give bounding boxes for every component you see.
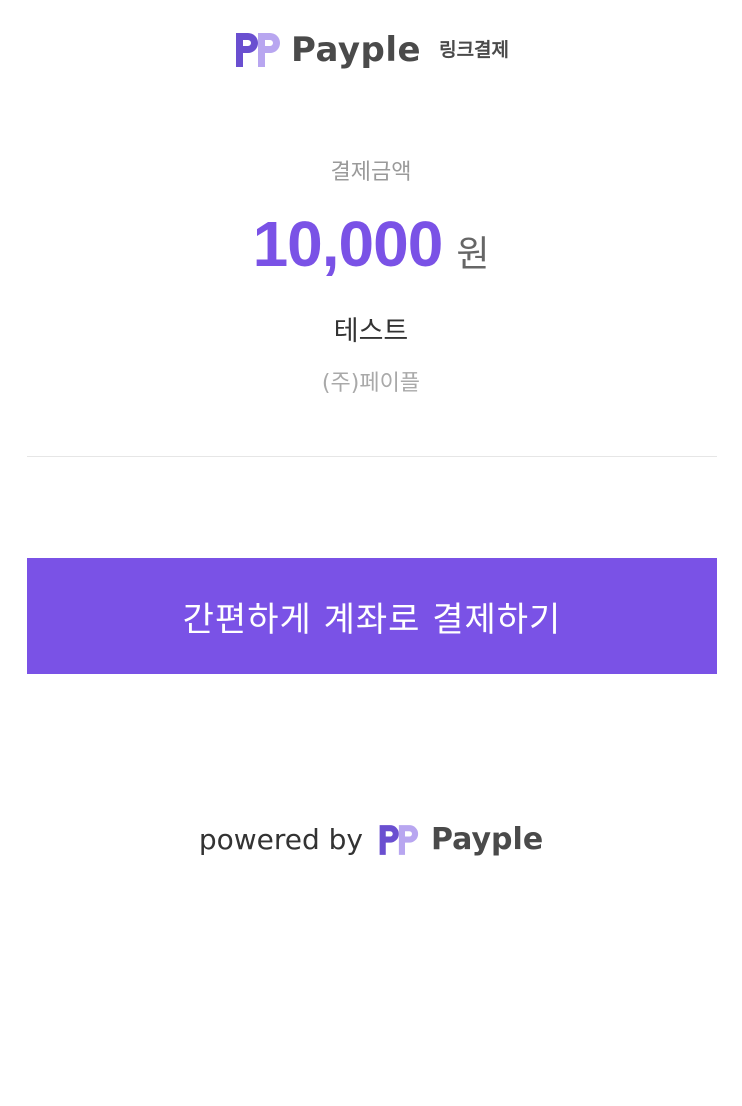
payple-logo-icon [379,825,419,855]
brand-tag: 링크결제 [439,38,510,61]
footer-brand-name: Payple [431,822,544,857]
powered-by-text: powered by [198,823,363,856]
brand-name: Payple [290,30,422,70]
product-name: 테스트 [333,316,409,347]
seller-name: (주)페이플 [321,371,421,396]
divider [27,456,717,457]
pay-button[interactable]: 간편하게 계좌로 결제하기 [27,558,717,674]
footer: powered by Payple [0,818,742,862]
amount-label: 결제금액 [330,160,412,185]
amount-unit: 원 [456,234,490,275]
amount-row: 10,000 원 [0,212,742,276]
amount-value: 10,000 [252,208,444,280]
header: Payple 링크결제 [0,28,742,72]
payple-logo-icon [235,33,280,67]
